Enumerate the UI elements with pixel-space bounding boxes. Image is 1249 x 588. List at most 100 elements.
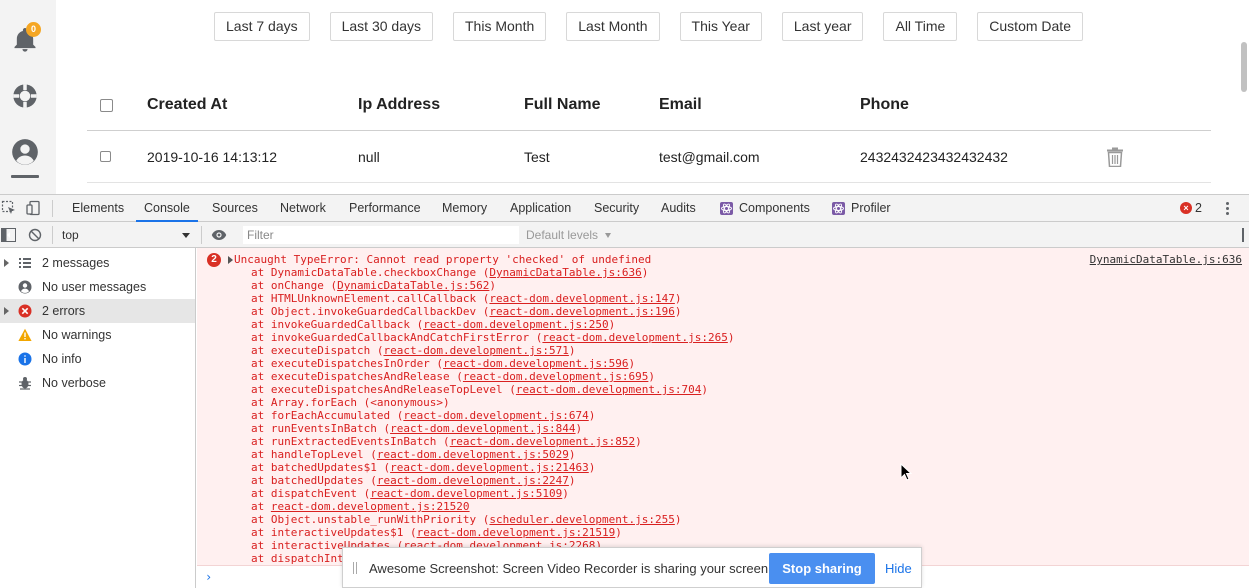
stack-frame-source-link[interactable]: react-dom.development.js:704 [516,383,701,396]
stack-frame-source-link[interactable]: react-dom.development.js:5029 [377,448,569,461]
filter-last-7-days-button[interactable]: Last 7 days [214,12,310,41]
stack-frame-function: at batchedUpdates$1 ( [251,461,391,474]
sidebar-item-messages[interactable]: 2 messages [0,251,195,275]
stack-frame-source-link[interactable]: react-dom.development.js:21520 [271,500,470,513]
eye-icon[interactable] [211,229,227,241]
tab-elements[interactable]: Elements [72,195,124,222]
stack-frame-function: at onChange ( [251,279,338,292]
row-select-cell [100,131,111,182]
tab-memory[interactable]: Memory [442,195,487,222]
stack-frame-source-link[interactable]: react-dom.development.js:196 [489,305,674,318]
sidebar-item-warnings[interactable]: No warnings [0,323,195,347]
console-prompt-icon[interactable]: › [205,570,212,584]
stack-frame-source-link[interactable]: DynamicDataTable.js:562 [337,279,489,292]
stack-frame: at executeDispatchesInOrder (react-dom.d… [251,357,734,370]
stack-frame-suffix: ) [562,487,569,500]
stack-frame-source-link[interactable]: react-dom.development.js:5109 [370,487,562,500]
lifebuoy-icon[interactable] [11,82,39,110]
drag-handle-icon[interactable] [353,562,357,574]
tab-performance[interactable]: Performance [349,195,421,222]
tab-application[interactable]: Application [510,195,571,222]
stack-frame-suffix: ) [489,279,497,292]
filter-last-30-days-button[interactable]: Last 30 days [329,12,433,41]
stack-frame-suffix: ) [628,357,636,370]
tab-sources[interactable]: Sources [212,195,258,222]
filter-this-month-button[interactable]: This Month [453,12,547,41]
stack-frame-suffix: ) [608,318,616,331]
filter-this-year-button[interactable]: This Year [679,12,762,41]
stack-frame: at Object.unstable_runWithPriority (sche… [251,513,734,526]
context-select[interactable]: top [58,226,194,244]
filter-all-time-button[interactable]: All Time [883,12,958,41]
user-icon [18,280,32,294]
sidebar-item-user-messages[interactable]: No user messages [0,275,195,299]
stack-frame-function: at handleTopLevel ( [251,448,377,461]
delete-row-button[interactable] [1106,131,1124,182]
tab-console[interactable]: Console [136,195,198,222]
stack-frame-source-link[interactable]: react-dom.development.js:695 [463,370,648,383]
console-settings-icon[interactable] [1242,228,1249,242]
expand-arrow-icon[interactable] [4,259,9,267]
stack-frame-function: at [251,500,271,513]
stack-frame: at executeDispatch (react-dom.developmen… [251,344,734,357]
stack-frame-source-link[interactable]: react-dom.development.js:844 [390,422,575,435]
sidebar-item-errors[interactable]: 2 errors [0,299,195,323]
stack-frame-source-link[interactable]: react-dom.development.js:265 [542,331,727,344]
stack-frame-source-link[interactable]: react-dom.development.js:250 [423,318,608,331]
select-all-checkbox[interactable] [100,98,113,112]
stack-frame-source-link[interactable]: react-dom.development.js:2247 [377,474,569,487]
stack-frame-source-link[interactable]: DynamicDataTable.js:636 [489,266,641,279]
error-counter[interactable]: 2 [1195,195,1202,222]
sidebar-toggle-icon[interactable] [1,228,16,242]
filter-custom-date-button[interactable]: Custom Date [977,12,1083,41]
stack-frame-source-link[interactable]: react-dom.development.js:147 [489,292,674,305]
sidebar-item-verbose[interactable]: No verbose [0,371,195,395]
stack-frame-source-link[interactable]: react-dom.development.js:852 [450,435,635,448]
stack-frame-suffix: ) [674,513,682,526]
avatar-icon[interactable] [11,138,39,166]
column-header-ip-address[interactable]: Ip Address [358,80,440,130]
tab-audits[interactable]: Audits [661,195,696,222]
stack-frame: at executeDispatchesAndRelease (react-do… [251,370,734,383]
error-source-link[interactable]: DynamicDataTable.js:636 [1090,253,1242,266]
stop-sharing-button[interactable]: Stop sharing [769,553,875,584]
tab-network[interactable]: Network [280,195,326,222]
page-scrollbar-thumb[interactable] [1241,42,1247,92]
cell-ip-address: null [358,148,380,165]
tab-components[interactable]: Components [739,195,810,222]
column-header-full-name[interactable]: Full Name [524,80,600,130]
stack-frame-function: at dispatchEvent ( [251,487,371,500]
column-header-phone[interactable]: Phone [860,80,909,130]
row-checkbox[interactable] [100,151,111,162]
info-icon [18,352,32,366]
stack-frame-function: at invokeGuardedCallback ( [251,318,424,331]
stack-frame: at onChange (DynamicDataTable.js:562) [251,279,734,292]
app-window: 0 Last 7 days Last 30 days This Month La… [0,0,1249,588]
clear-console-icon[interactable] [28,228,42,242]
stack-frame-source-link[interactable]: react-dom.development.js:21463 [390,461,589,474]
stack-frame-function: at runEventsInBatch ( [251,422,391,435]
column-header-email[interactable]: Email [659,80,702,130]
sidebar-item-info[interactable]: No info [0,347,195,371]
bug-icon [19,377,31,390]
stack-frame-source-link[interactable]: react-dom.development.js:571 [383,344,568,357]
tab-profiler[interactable]: Profiler [851,195,891,222]
stack-frame-suffix: ) [568,474,576,487]
expand-arrow-icon[interactable] [4,307,9,315]
inspect-element-icon[interactable] [1,200,17,216]
filter-last-year-button[interactable]: Last year [781,12,864,41]
filter-last-month-button[interactable]: Last Month [566,12,660,41]
stack-frame-source-link[interactable]: react-dom.development.js:674 [403,409,588,422]
hide-button[interactable]: Hide [885,548,912,588]
users-table: Created At Ip Address Full Name Email Ph… [87,80,1211,183]
device-toolbar-icon[interactable] [26,200,42,216]
tab-security[interactable]: Security [594,195,639,222]
stack-frame-source-link[interactable]: scheduler.development.js:255 [489,513,674,526]
stack-frame-source-link[interactable]: react-dom.development.js:596 [443,357,628,370]
stack-frame-source-link[interactable]: react-dom.development.js:21519 [417,526,616,539]
expand-arrow-icon[interactable] [228,256,233,264]
column-header-created-at[interactable]: Created At [147,80,227,130]
log-levels-dropdown[interactable]: Default levels [526,226,612,244]
console-filter-input[interactable] [243,226,519,244]
more-options-icon[interactable] [1226,202,1229,215]
